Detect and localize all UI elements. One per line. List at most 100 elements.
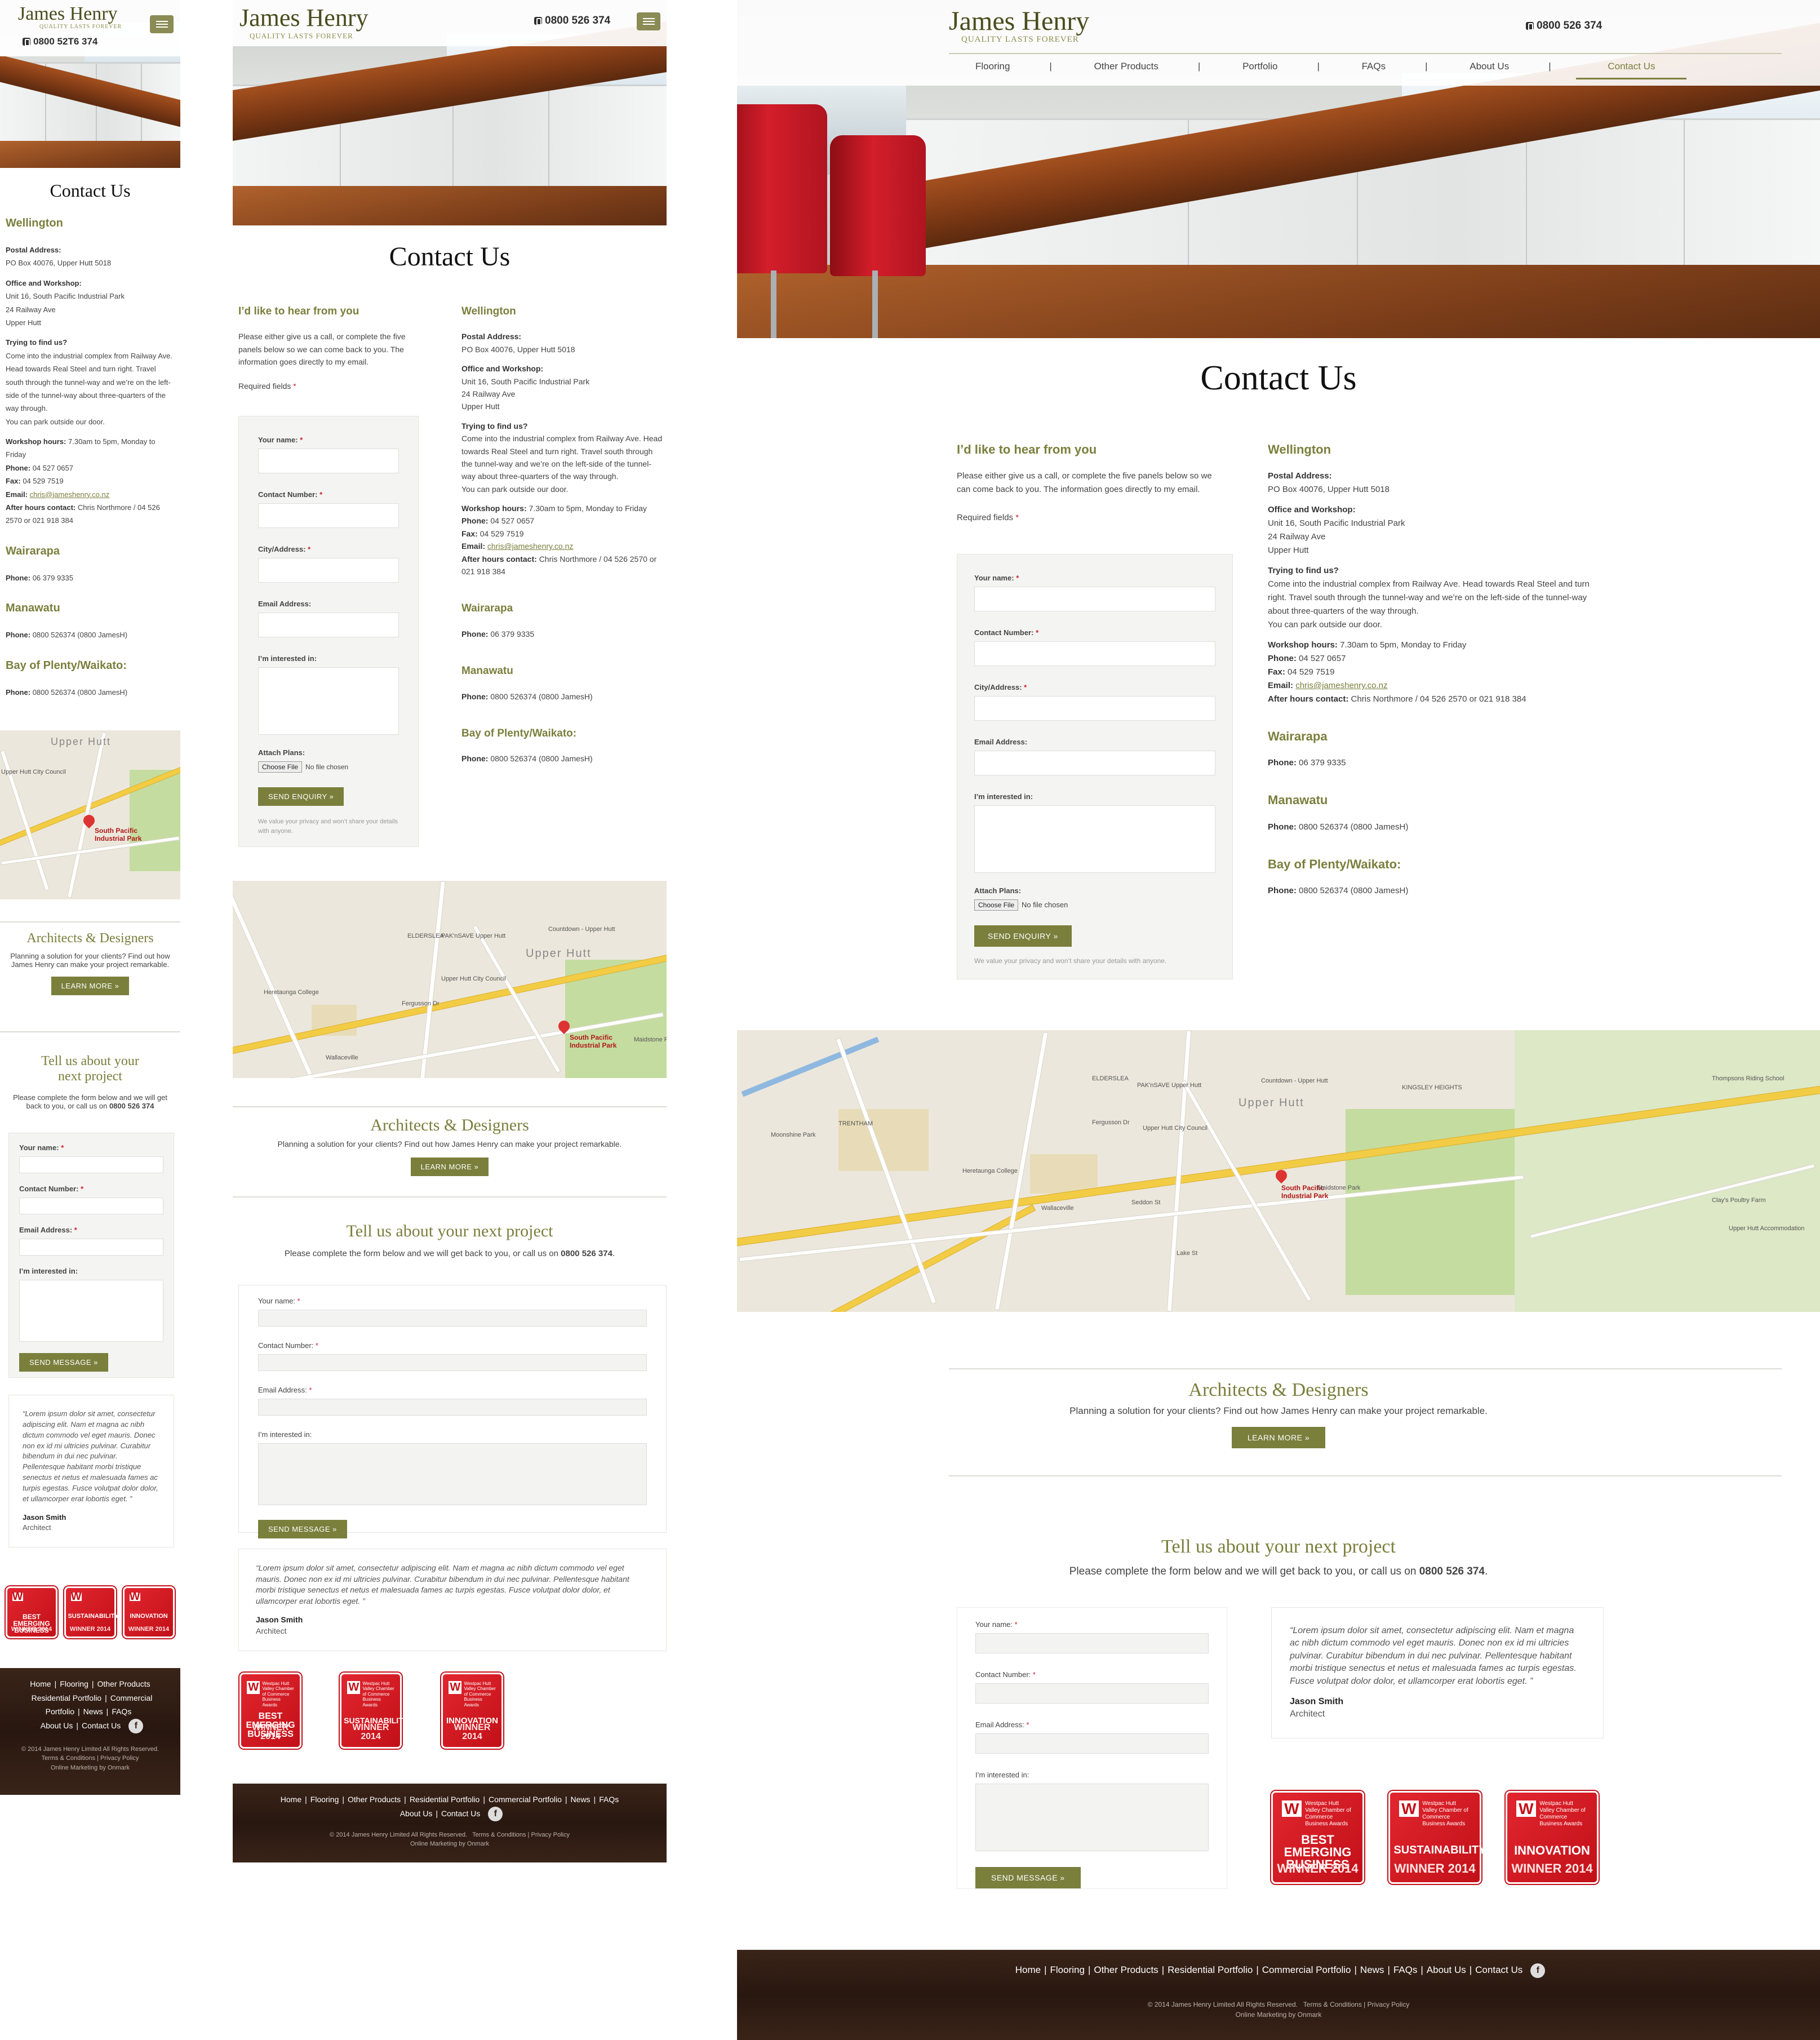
contact-details: Wellington Postal Address: PO Box 40076, …	[461, 303, 664, 772]
project-interest-textarea[interactable]	[258, 1443, 647, 1505]
facebook-icon[interactable]: f	[488, 1806, 503, 1821]
footer-link[interactable]: Flooring	[1047, 1964, 1088, 1975]
footer-link[interactable]: Commercial Portfolio	[485, 1795, 565, 1804]
project-heading: Tell us about your next project	[41, 1054, 139, 1084]
learn-more-button[interactable]: LEARN MORE »	[1231, 1427, 1326, 1448]
map-label: Upper Hutt City Council	[1, 769, 66, 775]
westpac-logo-icon: W	[1516, 1800, 1536, 1817]
footer-link[interactable]: Residential Portfolio	[406, 1795, 483, 1804]
project-contact-input[interactable]	[19, 1198, 163, 1214]
terms-link[interactable]: Terms & Conditions	[472, 1831, 526, 1838]
red-chair	[830, 135, 926, 276]
facebook-icon[interactable]: f	[1530, 1963, 1546, 1978]
project-interest-textarea[interactable]	[975, 1784, 1209, 1851]
footer-link[interactable]: Contact Us	[438, 1809, 483, 1818]
project-section: Tell us about your next project Please c…	[737, 1536, 1820, 1578]
send-enquiry-button[interactable]: SEND ENQUIRY »	[258, 787, 344, 806]
email-input[interactable]	[258, 613, 399, 637]
logo[interactable]: James Henry	[949, 8, 1089, 35]
project-email-input[interactable]	[258, 1399, 647, 1416]
nav-contact-us[interactable]: Contact Us	[1576, 61, 1687, 79]
project-name-input[interactable]	[19, 1156, 163, 1173]
nav-other-products[interactable]: Other Products	[1055, 61, 1198, 72]
terms-link[interactable]: Terms & Conditions	[1303, 2001, 1362, 2008]
footer-link[interactable]: Contact Us	[78, 1721, 124, 1730]
name-input[interactable]	[258, 449, 399, 473]
footer-link[interactable]: News	[567, 1795, 594, 1804]
footer-link[interactable]: Other Products	[94, 1679, 154, 1688]
project-email-input[interactable]	[975, 1733, 1209, 1754]
footer-link[interactable]: Other Products	[1090, 1964, 1161, 1975]
header-phone[interactable]: 0800 52T6 374	[23, 36, 97, 47]
project-email-input[interactable]	[19, 1239, 163, 1256]
privacy-link[interactable]: Privacy Policy	[531, 1831, 569, 1838]
footer-link[interactable]: About Us	[37, 1721, 77, 1730]
footer-link[interactable]: Home	[277, 1795, 305, 1804]
send-message-button[interactable]: SEND MESSAGE »	[19, 1353, 108, 1372]
privacy-link[interactable]: Privacy Policy	[100, 1755, 139, 1762]
footer-link[interactable]: Flooring	[56, 1679, 92, 1688]
contact-number-input[interactable]	[258, 503, 399, 528]
email-link[interactable]: chris@jameshenry.co.nz	[1295, 681, 1387, 690]
privacy-link[interactable]: Privacy Policy	[1368, 2001, 1410, 2008]
nav-flooring[interactable]: Flooring	[965, 61, 1049, 72]
footer-link[interactable]: Home	[1012, 1964, 1044, 1975]
region-heading-manawatu: Manawatu	[461, 665, 513, 677]
location-map[interactable]: South Pacific Industrial Park Upper Hutt …	[737, 1030, 1820, 1312]
logo[interactable]: James Henry	[18, 5, 118, 24]
award-badge: W Westpac Hutt Valley Chamber of Commerc…	[1506, 1791, 1599, 1884]
send-enquiry-button[interactable]: SEND ENQUIRY »	[974, 925, 1072, 947]
footer-link[interactable]: About Us	[397, 1809, 436, 1818]
facebook-icon[interactable]: f	[128, 1718, 144, 1733]
learn-more-button[interactable]: LEARN MORE »	[410, 1158, 489, 1176]
footer-link[interactable]: About Us	[1423, 1964, 1470, 1975]
footer-link[interactable]: Residential Portfolio	[1164, 1964, 1256, 1975]
learn-more-button[interactable]: LEARN MORE »	[51, 977, 130, 995]
footer-link[interactable]: FAQs	[108, 1707, 135, 1716]
enquiry-form: Your name: * Contact Number: * City/Addr…	[957, 554, 1233, 979]
choose-file-button[interactable]: Choose File	[974, 899, 1019, 911]
logo[interactable]: James Henry	[239, 6, 369, 30]
footer-link[interactable]: News	[1357, 1964, 1388, 1975]
project-interest-textarea[interactable]	[19, 1280, 163, 1342]
header-phone[interactable]: 0800 526 374	[534, 15, 610, 27]
interest-textarea[interactable]	[258, 667, 399, 735]
name-input[interactable]	[974, 587, 1215, 611]
map-label: Lake St	[1177, 1250, 1198, 1257]
project-contact-input[interactable]	[975, 1683, 1209, 1704]
choose-file-button[interactable]: Choose File	[258, 761, 303, 773]
footer-link[interactable]: Flooring	[307, 1795, 343, 1804]
footer-link-home[interactable]: Home	[26, 1679, 54, 1688]
send-message-button[interactable]: SEND MESSAGE »	[975, 1867, 1081, 1888]
footer-link[interactable]: Other Products	[344, 1795, 404, 1804]
footer-link[interactable]: FAQs	[596, 1795, 622, 1804]
header-phone[interactable]: 0800 526 374	[1526, 20, 1602, 32]
nav-faqs[interactable]: FAQs	[1322, 61, 1426, 72]
map-label: Countdown - Upper Hutt	[1261, 1077, 1328, 1084]
city-address-input[interactable]	[258, 558, 399, 583]
project-contact-input[interactable]	[258, 1354, 647, 1371]
email-link[interactable]: chris@jameshenry.co.nz	[487, 542, 573, 551]
email-link[interactable]: chris@jameshenry.co.nz	[30, 490, 110, 499]
city-address-input[interactable]	[974, 696, 1215, 721]
footer-link[interactable]: News	[80, 1707, 106, 1716]
menu-toggle-button[interactable]	[150, 15, 174, 33]
contact-number-input[interactable]	[974, 641, 1215, 666]
contact-details: Wellington Postal Address: PO Box 40076, …	[6, 213, 175, 706]
menu-toggle-button[interactable]	[637, 12, 660, 30]
nav-about-us[interactable]: About Us	[1430, 61, 1548, 72]
location-map[interactable]: South Pacific Industrial Park Upper Hutt …	[233, 881, 667, 1078]
nav-portfolio[interactable]: Portfolio	[1203, 61, 1317, 72]
westpac-logo-icon: W	[1399, 1800, 1419, 1817]
send-message-button[interactable]: SEND MESSAGE »	[258, 1520, 347, 1538]
project-name-input[interactable]	[258, 1310, 647, 1327]
interest-textarea[interactable]	[974, 805, 1215, 873]
footer-link[interactable]: FAQs	[1390, 1964, 1421, 1975]
footer-link[interactable]: Residential Portfolio	[28, 1693, 105, 1702]
email-input[interactable]	[974, 751, 1215, 775]
location-map[interactable]: South Pacific Industrial Park Upper Hutt …	[0, 730, 180, 899]
footer-link[interactable]: Contact Us	[1472, 1964, 1526, 1975]
terms-link[interactable]: Terms & Conditions	[42, 1755, 95, 1762]
project-name-input[interactable]	[975, 1633, 1209, 1653]
footer-link[interactable]: Commercial Portfolio	[1259, 1964, 1355, 1975]
